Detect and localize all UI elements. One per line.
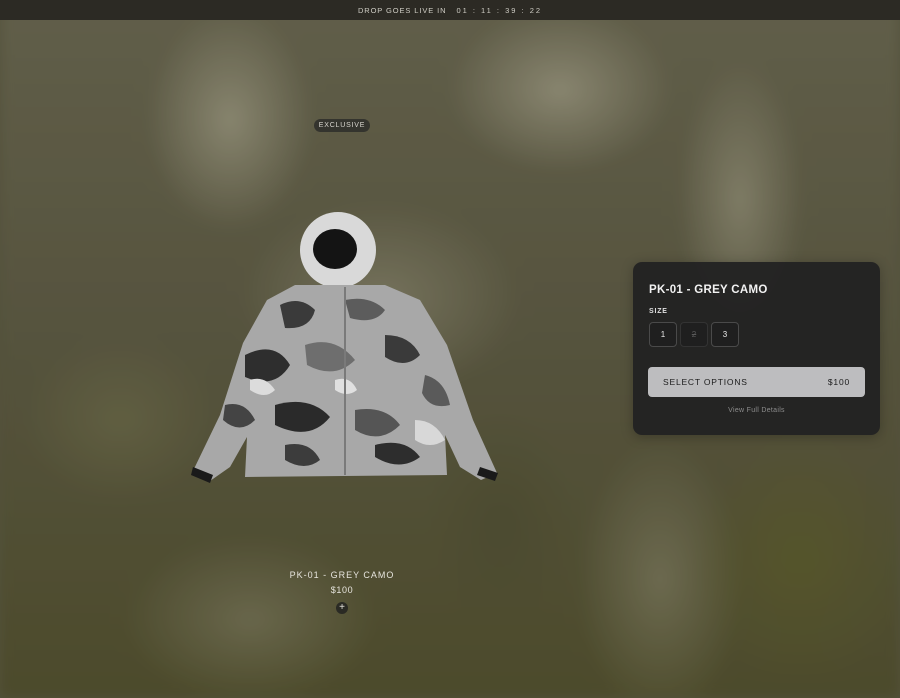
select-options-button[interactable]: SELECT OPTIONS $100 xyxy=(648,367,865,397)
select-options-price: $100 xyxy=(827,377,850,387)
plus-icon[interactable]: + xyxy=(336,602,348,614)
countdown-label: DROP GOES LIVE IN xyxy=(357,5,447,15)
size-option-1[interactable]: 1 xyxy=(649,322,677,347)
product-name[interactable]: PK-01 - GREY CAMO xyxy=(242,570,442,580)
countdown-timer: 01 : 11 : 39 : 22 xyxy=(456,5,543,15)
size-label: SIZE xyxy=(649,308,668,315)
product-price: $100 xyxy=(330,585,354,595)
product-image[interactable] xyxy=(185,205,505,490)
size-option-2: 2 xyxy=(680,322,708,347)
select-options-label: SELECT OPTIONS xyxy=(663,377,748,387)
size-option-3[interactable]: 3 xyxy=(711,322,739,347)
panel-product-title: PK-01 - GREY CAMO xyxy=(649,284,768,296)
exclusive-badge: EXCLUSIVE xyxy=(314,119,370,132)
view-full-details-link[interactable]: View Full Details xyxy=(633,407,880,414)
quick-buy-panel: PK-01 - GREY CAMO SIZE 1 2 3 SELECT OPTI… xyxy=(633,262,880,435)
drop-countdown-bar: DROP GOES LIVE IN 01 : 11 : 39 : 22 xyxy=(0,0,900,20)
